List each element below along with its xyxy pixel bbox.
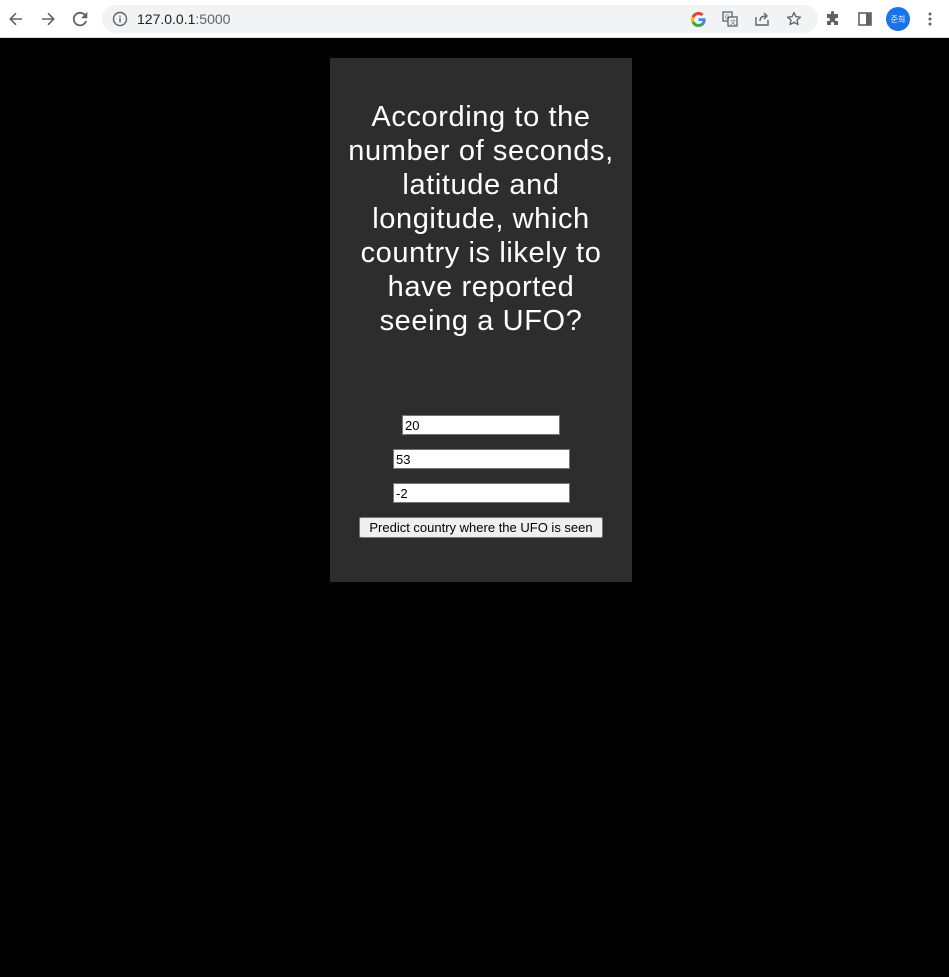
page-title: According to the number of seconds, lati…	[348, 101, 614, 337]
side-panel-icon[interactable]	[855, 9, 875, 29]
prediction-panel: According to the number of seconds, lati…	[330, 58, 632, 582]
google-icon[interactable]	[690, 11, 706, 27]
reload-icon[interactable]	[68, 7, 92, 31]
forward-arrow-icon[interactable]	[36, 7, 60, 31]
kebab-menu-icon[interactable]	[920, 9, 940, 29]
svg-text:文: 文	[730, 19, 736, 27]
longitude-input[interactable]	[393, 483, 570, 503]
browser-toolbar: 127.0.0.1:5000 G文 준희	[0, 0, 949, 38]
info-icon[interactable]	[112, 11, 128, 27]
back-arrow-icon[interactable]	[4, 7, 28, 31]
profile-avatar[interactable]: 준희	[886, 7, 910, 31]
url-host: 127.0.0.1	[137, 11, 196, 27]
translate-icon[interactable]: G文	[722, 11, 738, 27]
address-bar[interactable]: 127.0.0.1:5000 G文	[102, 5, 818, 33]
star-icon[interactable]	[786, 11, 802, 27]
seconds-input[interactable]	[402, 415, 560, 435]
url-port: :5000	[195, 11, 231, 27]
latitude-input[interactable]	[393, 449, 570, 469]
puzzle-icon[interactable]	[823, 9, 843, 29]
predict-button[interactable]: Predict country where the UFO is seen	[359, 517, 603, 538]
share-icon[interactable]	[754, 11, 770, 27]
url-text: 127.0.0.1:5000	[137, 11, 230, 27]
